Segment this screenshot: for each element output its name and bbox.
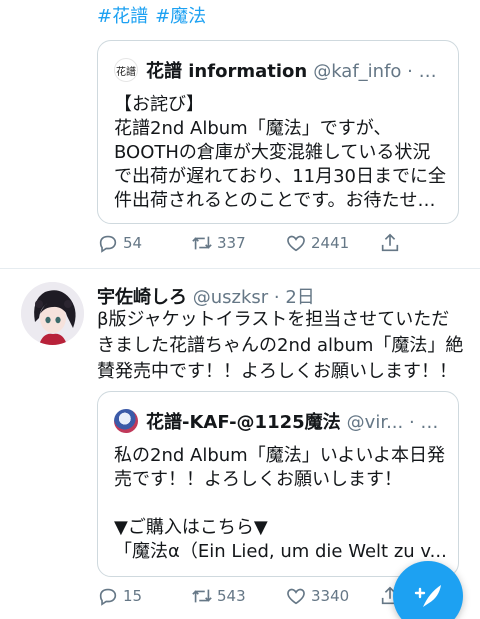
- retweet-count: 337: [217, 234, 246, 252]
- avatar-illustration: [21, 282, 84, 345]
- text-line: 私の2nd Album「魔法」いよいよ本日発: [114, 445, 445, 466]
- text-line: 売です！！よろしくお願いします！: [114, 469, 402, 490]
- quoted-tweet-text: 【お詫び】 花譜2nd Album「魔法」ですが、 BOOTHの倉庫が大変混雑し…: [114, 93, 446, 213]
- reply-button[interactable]: 15: [97, 585, 142, 607]
- quoted-tweet-text: 私の2nd Album「魔法」いよいよ本日発 売です！！よろしくお願いします！ …: [114, 444, 446, 564]
- quoted-author-handle: @vir... · 3日: [346, 412, 448, 433]
- text-line: β版ジャケットイラストを担当させていただ: [97, 309, 450, 330]
- like-button[interactable]: 2441: [285, 232, 349, 254]
- like-count: 2441: [311, 234, 350, 252]
- hashtag-link-mahou[interactable]: #魔法: [155, 6, 206, 27]
- hashtag-row: #花譜 #魔法: [97, 2, 213, 28]
- retweet-icon: [192, 589, 212, 603]
- share-icon: [381, 233, 399, 252]
- author-name[interactable]: 宇佐崎しろ: [97, 287, 187, 308]
- heart-icon: [287, 235, 305, 252]
- text-line: ▼ご購入はこちら▼: [114, 517, 268, 538]
- like-count: 3340: [311, 587, 350, 605]
- quoted-avatar: [114, 409, 138, 433]
- share-button[interactable]: [379, 232, 405, 254]
- author-avatar[interactable]: [21, 282, 84, 345]
- text-line: BOOTHの倉庫が大変混雑している状況: [114, 142, 431, 163]
- reply-icon: [99, 235, 117, 253]
- text-line: 「魔法α（Ein Lied, um die Welt zu v...: [114, 541, 446, 562]
- quoted-tweet-card[interactable]: 花譜 花譜 information @kaf_info · 2日 【お詫び】 花…: [97, 40, 459, 224]
- tweet-actions: 54 337 2441: [97, 232, 417, 260]
- text-line: [114, 492, 446, 516]
- tweet-text: β版ジャケットイラストを担当させていただ きました花譜ちゃんの2nd album…: [97, 307, 472, 385]
- tweet-divider: [0, 268, 480, 269]
- quoted-tweet-header: 花譜 花譜 information @kaf_info · 2日: [114, 57, 448, 83]
- quoted-tweet-header: 花譜-KAF-@1125魔法 @vir... · 3日: [114, 408, 448, 434]
- compose-feather-icon: [414, 585, 441, 607]
- retweet-button[interactable]: 543: [191, 585, 246, 607]
- reply-count: 15: [123, 587, 143, 605]
- retweet-count: 543: [217, 587, 246, 605]
- text-line: 賛発売中です！！よろしくお願いします！！: [97, 361, 457, 382]
- quoted-author-name: 花譜-KAF-@1125魔法: [146, 412, 341, 433]
- quoted-author-name: 花譜 information: [146, 61, 308, 82]
- text-line: きました花譜ちゃんの2nd album「魔法」絶: [97, 335, 464, 356]
- quoted-avatar: 花譜: [114, 58, 138, 82]
- reply-count: 54: [123, 234, 143, 252]
- quoted-author-handle: @kaf_info · 2日: [313, 61, 448, 82]
- author-handle: @uszksr · 2日: [192, 287, 315, 308]
- text-line: 件出荷されるとのことです。お待たせ…: [114, 190, 436, 211]
- text-line: 花譜2nd Album「魔法」ですが、: [114, 118, 392, 139]
- text-line: で出荷が遅れており、11月30日までに全: [114, 166, 446, 187]
- hashtag-link-kafu[interactable]: #花譜: [97, 6, 148, 27]
- like-button[interactable]: 3340: [285, 585, 349, 607]
- retweet-icon: [192, 236, 212, 250]
- heart-icon: [287, 588, 305, 605]
- text-line: 【お詫び】: [114, 94, 204, 115]
- reply-icon: [99, 588, 117, 606]
- tweet-header: 宇佐崎しろ @uszksr · 2日: [97, 283, 315, 309]
- retweet-button[interactable]: 337: [191, 232, 246, 254]
- avatar-logo-text: 花譜: [116, 66, 136, 78]
- reply-button[interactable]: 54: [97, 232, 142, 254]
- quoted-tweet-card[interactable]: 花譜-KAF-@1125魔法 @vir... · 3日 私の2nd Album「…: [97, 391, 459, 577]
- tweet-actions: 15 543 3340: [97, 585, 417, 613]
